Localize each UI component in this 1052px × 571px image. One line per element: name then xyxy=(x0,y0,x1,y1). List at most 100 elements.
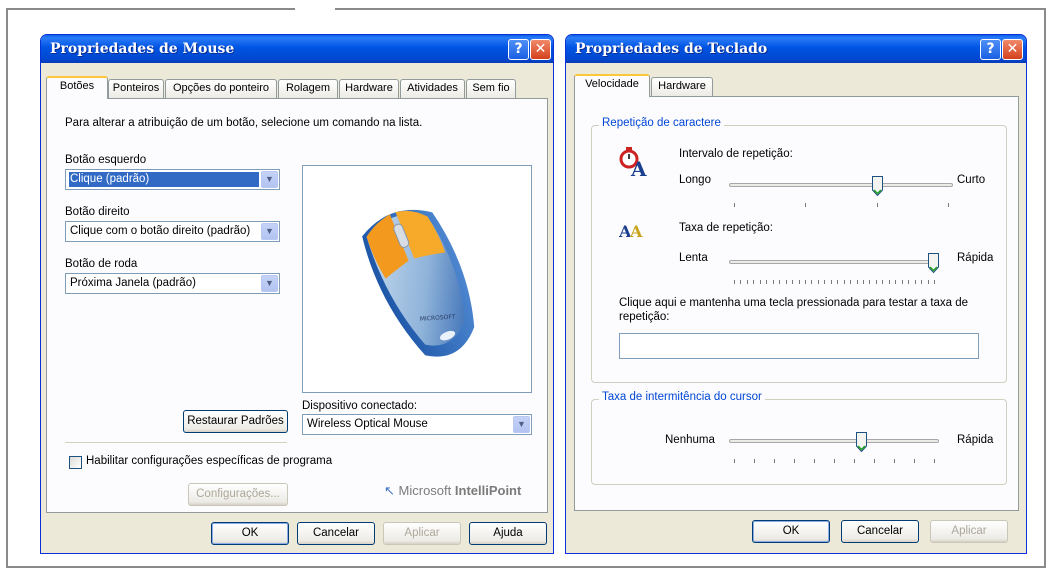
tick-mark xyxy=(792,280,794,284)
tick-mark xyxy=(804,280,806,284)
svg-text:A: A xyxy=(629,222,643,241)
pointer-icon: ↖ xyxy=(384,483,395,498)
tick-mark xyxy=(753,280,755,284)
tick-mark xyxy=(798,280,800,284)
tick-mark xyxy=(824,280,826,284)
tick-mark xyxy=(734,280,735,284)
blink-rate-track[interactable] xyxy=(729,439,939,443)
tab-ponteiros[interactable]: Ponteiros xyxy=(108,79,164,98)
wheel-button-label: Botão de roda xyxy=(65,258,138,270)
divider xyxy=(65,442,287,444)
test-input[interactable] xyxy=(619,333,979,359)
program-settings-label: Habilitar configurações específicas de p… xyxy=(86,455,333,467)
buttons-tab-panel: Para alterar a atribuição de um botão, s… xyxy=(46,98,548,513)
chevron-down-icon[interactable]: ▼ xyxy=(261,223,278,240)
left-button-select[interactable]: Clique (padrão) ▼ xyxy=(65,169,280,190)
tick-mark xyxy=(921,280,923,284)
chevron-down-icon[interactable]: ▼ xyxy=(261,275,278,292)
blink-rate-max: Rápida xyxy=(957,434,994,446)
tab-rolagem[interactable]: Rolagem xyxy=(278,79,338,98)
right-button-value: Clique com o botão direito (padrão) xyxy=(70,225,251,237)
ok-button[interactable]: OK xyxy=(211,522,289,545)
tick-mark xyxy=(766,280,768,284)
mouse-illustration: MICROSOFT xyxy=(362,209,475,357)
tick-mark xyxy=(875,280,877,284)
tick-mark xyxy=(854,459,855,463)
cursor-blink-title: Taxa de intermitência do cursor xyxy=(599,391,765,403)
repeat-rate-thumb[interactable] xyxy=(928,253,939,274)
tick-mark xyxy=(882,280,884,284)
tick-mark xyxy=(876,203,878,207)
tick-mark xyxy=(908,280,910,284)
tab-hardware[interactable]: Hardware xyxy=(339,79,399,98)
repeat-delay-icon: A xyxy=(619,145,649,181)
tick-mark xyxy=(834,459,835,463)
ok-button[interactable]: OK xyxy=(752,520,830,543)
tick-mark xyxy=(895,280,897,284)
character-repeat-title: Repetição de caractere xyxy=(599,117,724,129)
tick-mark xyxy=(734,459,735,463)
repeat-delay-thumb[interactable] xyxy=(871,176,883,197)
tab-atividades[interactable]: Atividades xyxy=(400,79,465,98)
brand-name: Microsoft xyxy=(398,483,452,498)
restore-defaults-button[interactable]: Restaurar Padrões xyxy=(183,410,288,433)
mouse-tabs: Botões Ponteiros Opções do ponteiro Rola… xyxy=(46,76,550,99)
wheel-button-value: Próxima Janela (padrão) xyxy=(70,277,196,289)
repeat-rate-icon: A A xyxy=(618,219,651,241)
tab-hardware[interactable]: Hardware xyxy=(651,77,713,96)
repeat-delay-max: Curto xyxy=(957,174,986,186)
tick-mark xyxy=(811,280,813,284)
right-button-label: Botão direito xyxy=(65,206,130,218)
tick-mark xyxy=(805,203,807,207)
intellipoint-logo: ↖ Microsoft IntelliPoint xyxy=(384,483,521,499)
tick-mark xyxy=(863,280,865,284)
tab-velocidade[interactable]: Velocidade xyxy=(574,74,650,97)
tick-mark xyxy=(817,280,819,284)
apply-button[interactable]: Aplicar xyxy=(383,522,461,545)
blink-rate-min: Nenhuma xyxy=(665,434,715,446)
blink-rate-thumb[interactable] xyxy=(856,432,868,453)
speed-tab-panel: Repetição de caractere A Intervalo de re… xyxy=(574,96,1019,511)
tick-mark xyxy=(914,459,915,463)
tick-mark xyxy=(785,280,787,284)
tab-sem-fio[interactable]: Sem fio xyxy=(466,79,516,98)
close-icon[interactable]: ✕ xyxy=(530,39,551,60)
repeat-rate-track[interactable] xyxy=(729,260,939,264)
wheel-button-select[interactable]: Próxima Janela (padrão) ▼ xyxy=(65,273,280,294)
repeat-delay-track[interactable] xyxy=(729,183,953,187)
device-label: Dispositivo conectado: xyxy=(302,400,418,412)
tick-mark xyxy=(772,280,774,284)
test-label: Clique aqui e mantenha uma tecla pressio… xyxy=(619,297,969,323)
mouse-titlebar[interactable]: Propriedades de Mouse xyxy=(41,35,553,63)
configurations-button[interactable]: Configurações... xyxy=(188,483,288,506)
tab-botoes[interactable]: Botões xyxy=(46,76,108,99)
tick-mark xyxy=(734,203,735,207)
mouse-properties-window: Propriedades de Mouse ? ✕ Botões Ponteir… xyxy=(40,34,554,554)
apply-button[interactable]: Aplicar xyxy=(930,520,1008,543)
repeat-rate-max: Rápida xyxy=(957,252,994,264)
tick-mark xyxy=(759,280,761,284)
help-button[interactable]: Ajuda xyxy=(469,522,547,545)
close-icon[interactable]: ✕ xyxy=(1002,39,1023,60)
tick-mark xyxy=(843,280,845,284)
tick-mark xyxy=(894,459,895,463)
svg-text:A: A xyxy=(630,157,647,177)
repeat-rate-min: Lenta xyxy=(679,252,708,264)
device-select[interactable]: Wireless Optical Mouse ▼ xyxy=(302,414,532,435)
tick-mark xyxy=(927,280,929,284)
repeat-delay-ticks xyxy=(729,203,953,208)
chevron-down-icon[interactable]: ▼ xyxy=(261,171,278,188)
cancel-button[interactable]: Cancelar xyxy=(841,520,919,543)
blink-rate-ticks xyxy=(729,459,939,464)
tab-opcoes-ponteiro[interactable]: Opções do ponteiro xyxy=(165,79,277,98)
right-button-select[interactable]: Clique com o botão direito (padrão) ▼ xyxy=(65,221,280,242)
keyboard-titlebar[interactable]: Propriedades de Teclado xyxy=(566,35,1026,63)
repeat-delay-min: Longo xyxy=(679,174,711,186)
tick-mark xyxy=(837,280,839,284)
chevron-down-icon[interactable]: ▼ xyxy=(513,416,530,433)
program-settings-checkbox[interactable] xyxy=(69,456,82,469)
cancel-button[interactable]: Cancelar xyxy=(297,522,375,545)
help-icon[interactable]: ? xyxy=(980,39,1001,60)
instruction-text: Para alterar a atribuição de um botão, s… xyxy=(65,117,423,129)
help-icon[interactable]: ? xyxy=(508,39,529,60)
